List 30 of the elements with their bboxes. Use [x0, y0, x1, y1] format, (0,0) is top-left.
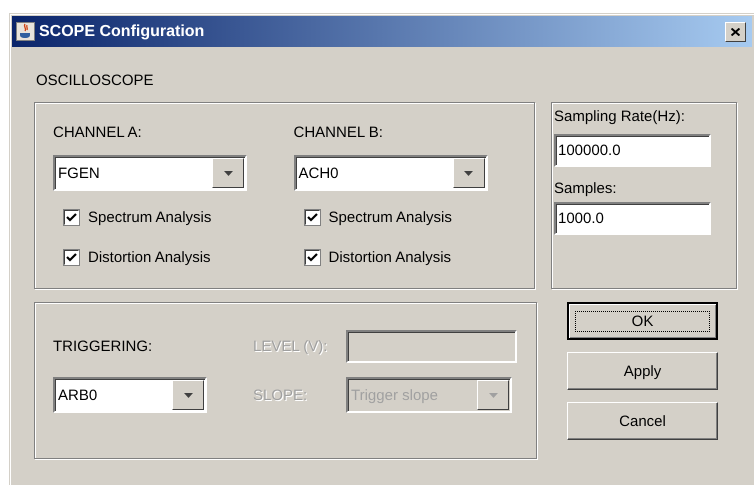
window-title: SCOPE Configuration	[39, 22, 206, 40]
trigger-source-dropdown[interactable]: ARB0	[53, 377, 207, 413]
coffee-cup-icon	[16, 22, 35, 41]
field-label: Sampling Rate(Hz):	[554, 107, 686, 127]
checkbox-label: Distortion Analysis	[88, 248, 211, 266]
channel-dropdown[interactable]: FGEN	[53, 155, 247, 191]
checkbox[interactable]	[63, 248, 80, 266]
channel-label: CHANNEL B:	[294, 123, 384, 143]
close-button[interactable]	[725, 22, 746, 42]
dropdown-caret-icon	[184, 392, 192, 398]
dropdown-caret-icon	[488, 392, 498, 398]
checkbox[interactable]	[63, 208, 80, 226]
channel-label: CHANNEL A:	[53, 123, 143, 143]
dropdown-caret-icon	[224, 170, 232, 176]
close-icon	[731, 28, 740, 36]
checkbox-label: Spectrum Analysis	[328, 208, 452, 226]
dropdown-caret-icon	[464, 170, 473, 176]
checkbox[interactable]	[304, 208, 320, 226]
field-label: Samples:	[554, 180, 617, 197]
channel-dropdown[interactable]: ACH0	[294, 155, 488, 191]
dialog-button[interactable]: Cancel	[567, 402, 718, 440]
triggering-label: TRIGGERING:	[53, 338, 154, 354]
section-label: OSCILLOSCOPE	[36, 72, 155, 89]
checkbox[interactable]	[304, 248, 320, 266]
dialog-button[interactable]: Apply	[567, 352, 718, 390]
checkbox-label: Distortion Analysis	[328, 248, 452, 266]
dialog-button[interactable]: OK	[567, 302, 718, 340]
sampling-rate-field[interactable]: 100000.0	[554, 134, 711, 167]
checkbox-label: Spectrum Analysis	[88, 208, 212, 226]
samples-field[interactable]: 1000.0	[554, 202, 711, 235]
